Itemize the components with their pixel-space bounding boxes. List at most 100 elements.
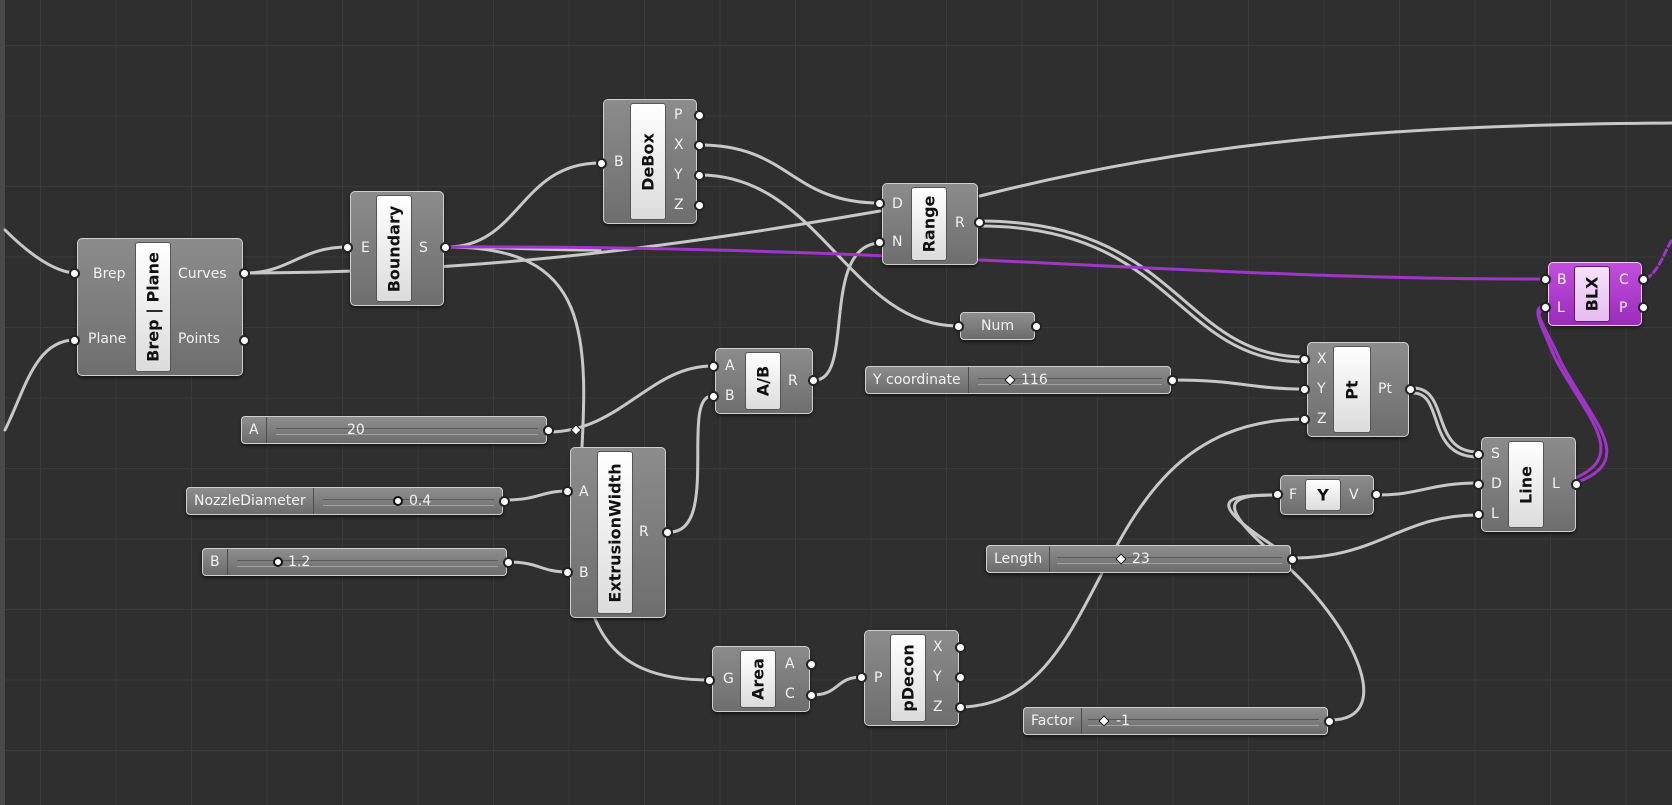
wire-debox-x-to-range: [698, 143, 882, 205]
slider-nozzle-knob[interactable]: [393, 496, 403, 506]
output-pt: Pt: [1378, 381, 1392, 397]
slider-length[interactable]: Length 23: [986, 545, 1291, 573]
slider-nozzle-diameter[interactable]: NozzleDiameter 0.4: [186, 487, 503, 515]
slider-nozzle-value: 0.4: [409, 493, 432, 509]
grip-y-v[interactable]: [1371, 489, 1382, 500]
grip-slider-length[interactable]: [1287, 554, 1298, 565]
grip-slider-factor[interactable]: [1324, 716, 1335, 727]
grip-line-s[interactable]: [1473, 449, 1484, 460]
grip-line-l[interactable]: [1473, 509, 1484, 520]
input-a: A: [579, 484, 589, 500]
wire-range-to-far-right: [978, 121, 1672, 198]
grip-slider-b[interactable]: [503, 557, 514, 568]
grip-slider-nozzle[interactable]: [499, 496, 510, 507]
grip-pdecon-z[interactable]: [955, 702, 966, 713]
point-core: Pt: [1333, 346, 1371, 433]
wire-left-to-brep: [3, 228, 77, 275]
grip-ext-b[interactable]: [562, 567, 573, 578]
grip-area-a[interactable]: [806, 659, 817, 670]
area-component[interactable]: G Area A C: [712, 646, 810, 712]
grip-pt-out[interactable]: [1405, 384, 1416, 395]
output-y: Y: [933, 669, 942, 685]
input-x: X: [1317, 351, 1327, 367]
slider-factor[interactable]: Factor -1: [1023, 707, 1328, 735]
grip-pdecon-x[interactable]: [955, 642, 966, 653]
input-a: A: [725, 358, 735, 374]
grip-slider-a[interactable]: [543, 425, 554, 436]
grip-boundary-in[interactable]: [342, 242, 353, 253]
grip-blx-b[interactable]: [1540, 274, 1551, 285]
grip-line-d[interactable]: [1473, 479, 1484, 490]
grip-debox-x[interactable]: [694, 140, 705, 151]
grip-ab-r[interactable]: [808, 375, 819, 386]
grip-ext-a[interactable]: [562, 486, 573, 497]
area-core: Area: [740, 650, 776, 708]
slider-y-coordinate[interactable]: Y coordinate 116: [865, 366, 1171, 394]
grip-ab-b[interactable]: [708, 391, 719, 402]
grip-pdecon-y[interactable]: [955, 672, 966, 683]
grip-num-out[interactable]: [1031, 321, 1042, 332]
grip-blx-c[interactable]: [1638, 274, 1649, 285]
wire-y-to-line-d: [1376, 481, 1480, 497]
grip-line-out[interactable]: [1571, 479, 1582, 490]
grip-pt-y[interactable]: [1299, 384, 1310, 395]
line-core: Line: [1508, 441, 1544, 528]
wire-ycoord-to-pt-y: [1171, 378, 1307, 391]
wire-area-to-pdecon: [810, 675, 864, 697]
output-r: R: [955, 215, 965, 231]
grip-debox-in[interactable]: [596, 158, 607, 169]
unit-y-component[interactable]: F Y V: [1280, 475, 1374, 515]
input-b: B: [725, 388, 735, 404]
brep-plane-component[interactable]: Brep Plane Brep | Plane Curves Points: [77, 238, 243, 376]
grip-num-in[interactable]: [953, 321, 964, 332]
wire-length-to-line-l: [1290, 513, 1480, 560]
point-component[interactable]: X Y Z Pt Pt: [1307, 342, 1409, 437]
num-parameter[interactable]: Num: [960, 312, 1035, 340]
grip-debox-y[interactable]: [694, 170, 705, 181]
blx-component[interactable]: B L BLX C P: [1548, 262, 1642, 326]
division-component[interactable]: A B A/B R: [715, 348, 813, 414]
grip-y-f[interactable]: [1272, 489, 1283, 500]
grip-range-d[interactable]: [874, 198, 885, 209]
grip-pt-z[interactable]: [1299, 414, 1310, 425]
grip-range-n[interactable]: [874, 237, 885, 248]
output-y: Y: [674, 167, 683, 183]
grip-brep-in[interactable]: [69, 268, 80, 279]
grip-blx-l[interactable]: [1540, 302, 1551, 313]
grip-pdecon-p[interactable]: [856, 672, 867, 683]
grip-area-c[interactable]: [806, 690, 817, 701]
wire-blx-out: [1644, 238, 1672, 281]
range-component[interactable]: D N Range R: [882, 183, 978, 265]
grip-range-r[interactable]: [974, 217, 985, 228]
slider-b-knob[interactable]: [273, 557, 283, 567]
grip-points-out[interactable]: [239, 335, 250, 346]
boundary-component[interactable]: E Boundary S: [350, 191, 444, 306]
grip-plane-in[interactable]: [69, 335, 80, 346]
output-points: Points: [178, 331, 221, 347]
grip-ext-r[interactable]: [662, 527, 673, 538]
output-c: C: [1619, 272, 1629, 288]
grip-pt-x[interactable]: [1299, 354, 1310, 365]
wire-extrusion-to-ab-b: [668, 394, 714, 534]
slider-b[interactable]: B 1.2: [202, 548, 507, 576]
input-plane: Plane: [88, 331, 127, 347]
line-component[interactable]: S D L Line L: [1481, 437, 1576, 532]
extrusion-width-component[interactable]: A B ExtrusionWidth R: [570, 447, 666, 618]
output-r: R: [639, 524, 649, 540]
input-z: Z: [1317, 411, 1327, 427]
output-s: S: [419, 240, 428, 256]
grip-blx-p[interactable]: [1638, 302, 1649, 313]
grip-debox-p[interactable]: [694, 110, 705, 121]
division-core: A/B: [745, 352, 781, 410]
debox-component[interactable]: B DeBox P X Y Z: [603, 99, 697, 224]
slider-a[interactable]: A 20: [241, 416, 582, 444]
grip-area-g[interactable]: [704, 675, 715, 686]
input-e: E: [361, 240, 370, 256]
output-c: C: [785, 686, 795, 702]
pdecon-component[interactable]: P pDecon X Y Z: [864, 630, 959, 726]
grip-debox-z[interactable]: [694, 200, 705, 211]
grip-ab-a[interactable]: [708, 361, 719, 372]
grip-boundary-out[interactable]: [440, 242, 451, 253]
grip-slider-ycoord[interactable]: [1167, 375, 1178, 386]
grip-curves-out[interactable]: [239, 268, 250, 279]
